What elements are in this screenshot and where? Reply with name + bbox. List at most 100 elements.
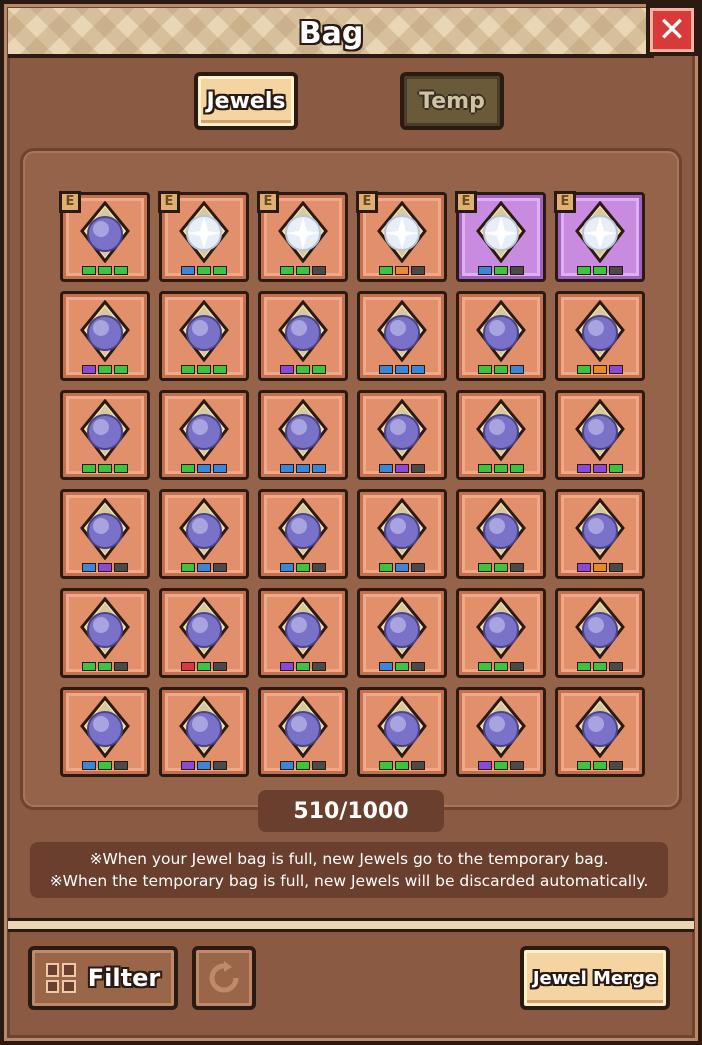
jewel-slot[interactable]	[258, 588, 348, 678]
jewel-slot[interactable]	[456, 687, 546, 777]
stat-dot	[213, 761, 227, 770]
jewel-icon	[179, 299, 229, 362]
jewel-stat-dots	[360, 563, 444, 572]
jewel-slot[interactable]	[258, 687, 348, 777]
jewel-icon	[80, 695, 130, 758]
jewel-slot[interactable]: E	[257, 191, 348, 282]
stat-dot	[98, 365, 112, 374]
jewel-icon	[278, 398, 328, 461]
jewel-stat-dots	[261, 365, 345, 374]
tab-jewels[interactable]: Jewels	[194, 72, 298, 130]
jewel-slot[interactable]	[258, 390, 348, 480]
stat-dot	[478, 662, 492, 671]
refresh-button[interactable]	[192, 946, 256, 1010]
jewel-slot[interactable]	[555, 687, 645, 777]
jewel-slot[interactable]	[357, 588, 447, 678]
jewel-slot[interactable]	[159, 291, 249, 381]
jewel-icon	[278, 200, 328, 263]
filter-button[interactable]: Filter	[28, 946, 178, 1010]
jewel-slot[interactable]	[555, 390, 645, 480]
jewel-icon	[80, 200, 130, 263]
jewel-slot[interactable]	[60, 291, 150, 381]
jewel-stat-dots	[459, 563, 543, 572]
stat-dot	[478, 563, 492, 572]
jewel-slot[interactable]: E	[158, 191, 249, 282]
jewel-stat-dots	[558, 563, 642, 572]
jewel-slot[interactable]	[456, 390, 546, 480]
stat-dot	[593, 563, 607, 572]
stat-dot	[395, 761, 409, 770]
jewel-slot[interactable]	[159, 489, 249, 579]
jewel-stat-dots	[261, 662, 345, 671]
jewel-slot[interactable]: E	[356, 191, 447, 282]
jewel-grid: EEEEEE	[56, 188, 645, 777]
jewel-slot[interactable]	[555, 291, 645, 381]
jewel-slot[interactable]	[357, 687, 447, 777]
jewel-slot[interactable]	[555, 588, 645, 678]
stat-dot	[98, 563, 112, 572]
stat-dot	[379, 563, 393, 572]
jewel-slot[interactable]	[258, 291, 348, 381]
jewel-stat-dots	[63, 365, 147, 374]
stat-dot	[296, 266, 310, 275]
stat-dot	[411, 662, 425, 671]
jewel-stat-dots	[63, 464, 147, 473]
tab-temp[interactable]: Temp	[400, 72, 504, 130]
jewel-slot[interactable]	[159, 687, 249, 777]
stat-dot	[82, 464, 96, 473]
stat-dot	[577, 464, 591, 473]
stat-dot	[181, 365, 195, 374]
jewel-slot[interactable]	[456, 588, 546, 678]
stat-dot	[312, 563, 326, 572]
jewel-icon	[575, 299, 625, 362]
stat-dot	[197, 464, 211, 473]
jewel-stat-dots	[162, 563, 246, 572]
stat-dot	[510, 563, 524, 572]
stat-dot	[593, 266, 607, 275]
jewel-icon	[80, 299, 130, 362]
stat-dot	[114, 464, 128, 473]
jewel-icon	[278, 596, 328, 659]
jewel-stat-dots	[558, 365, 642, 374]
jewel-slot[interactable]: E	[554, 191, 645, 282]
jewel-stat-dots	[63, 266, 147, 275]
jewel-slot[interactable]	[456, 291, 546, 381]
stat-dot	[609, 662, 623, 671]
stat-dot	[395, 365, 409, 374]
stat-dot	[312, 662, 326, 671]
stat-dot	[379, 662, 393, 671]
stat-dot	[510, 464, 524, 473]
jewel-slot[interactable]	[357, 291, 447, 381]
jewel-icon	[476, 596, 526, 659]
jewel-slot[interactable]	[60, 489, 150, 579]
jewel-slot[interactable]	[357, 489, 447, 579]
jewel-stat-dots	[261, 563, 345, 572]
jewel-icon	[575, 695, 625, 758]
stat-dot	[609, 365, 623, 374]
jewel-slot[interactable]	[159, 390, 249, 480]
stat-dot	[411, 266, 425, 275]
jewel-slot[interactable]	[60, 687, 150, 777]
close-button[interactable]: ✕	[646, 4, 698, 56]
stat-dot	[379, 761, 393, 770]
stat-dot	[280, 761, 294, 770]
stat-dot	[478, 761, 492, 770]
jewel-slot[interactable]: E	[59, 191, 150, 282]
jewel-icon	[476, 497, 526, 560]
jewel-slot[interactable]	[258, 489, 348, 579]
jewel-slot[interactable]	[60, 390, 150, 480]
jewel-slot[interactable]	[159, 588, 249, 678]
jewel-stat-dots	[162, 662, 246, 671]
jewel-icon	[377, 200, 427, 263]
jewel-slot[interactable]	[555, 489, 645, 579]
jewel-slot[interactable]	[456, 489, 546, 579]
jewel-slot[interactable]	[357, 390, 447, 480]
equipped-badge: E	[257, 191, 279, 213]
jewel-icon	[80, 398, 130, 461]
stat-dot	[593, 662, 607, 671]
stat-dot	[593, 761, 607, 770]
stat-dot	[411, 563, 425, 572]
jewel-merge-button[interactable]: Jewel Merge	[520, 946, 670, 1010]
jewel-slot[interactable]	[60, 588, 150, 678]
jewel-slot[interactable]: E	[455, 191, 546, 282]
